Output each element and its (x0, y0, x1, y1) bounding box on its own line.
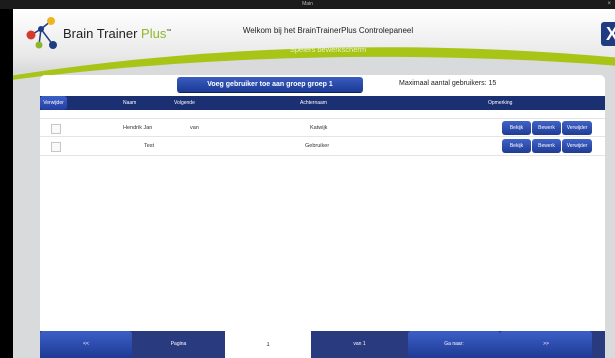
view-button[interactable]: Bekijk (502, 139, 531, 153)
logo: Brain Trainer Plus™ (23, 15, 223, 55)
logo-tm: ™ (166, 28, 172, 35)
page-of-label: van 1 (353, 341, 366, 347)
table-row: Hendrik Jan van Katwijk Bekijk Bewerk Ve… (40, 118, 605, 138)
delete-selected-button[interactable]: Verwijder (40, 96, 67, 110)
welcome-text: Welkom bij het BrainTrainerPlus Controle… (242, 26, 414, 35)
page-number-input[interactable] (225, 331, 311, 358)
col-header-volgende: Volgende (174, 100, 195, 106)
col-header-achternaam: Achternaam (300, 100, 327, 106)
brain-network-icon (26, 17, 57, 49)
table-row: Test Gebruiker Bekijk Bewerk Verwijder (40, 136, 605, 156)
window-title: Main (302, 1, 313, 7)
next-page-button[interactable]: >> (500, 331, 592, 358)
row-achternaam: Katwijk (310, 125, 328, 131)
delete-button[interactable]: Verwijder (562, 139, 592, 153)
logo-name: Brain Trainer (63, 26, 138, 41)
delete-button[interactable]: Verwijder (562, 121, 592, 135)
window-close-icon[interactable]: × (607, 0, 611, 9)
row-select-checkbox[interactable] (51, 142, 61, 152)
edit-button[interactable]: Bewerk (532, 139, 561, 153)
window-titlebar: Main × (0, 0, 615, 9)
col-header-naam: Naam (123, 100, 137, 106)
header: Brain Trainer Plus™ Welkom bij het Brain… (13, 9, 615, 85)
edit-button[interactable]: Bewerk (532, 121, 561, 135)
row-select-checkbox[interactable] (51, 124, 61, 134)
page-label: Pagina (170, 341, 187, 347)
row-volgende: van (190, 125, 199, 131)
add-user-button[interactable]: Voeg gebruiker toe aan groep groep 1 (177, 77, 363, 92)
logo-plus: Plus (141, 26, 167, 41)
prev-page-button[interactable]: << (40, 331, 132, 358)
pagination-bar: << Pagina van 1 Ga naar: >> (40, 331, 605, 358)
goto-page-button[interactable]: Ga naar: (408, 331, 500, 358)
logo-text: Brain Trainer Plus™ (63, 26, 171, 41)
row-achternaam: Gebruiker (305, 143, 330, 149)
page-subtitle: Spelers bewerkscherm (289, 45, 367, 54)
row-naam: Hendrik Jan (123, 125, 153, 131)
col-header-opmerking: Opmerking (488, 100, 513, 106)
view-button[interactable]: Bekijk (502, 121, 531, 135)
exit-button[interactable]: X (601, 22, 615, 46)
app-screen: Brain Trainer Plus™ Welkom bij het Brain… (13, 9, 615, 358)
max-users-label: Maximaal aantal gebruikers: 15 (399, 80, 497, 87)
table-header: Verwijder Naam Volgende Achternaam Opmer… (40, 96, 605, 110)
row-naam: Test (144, 143, 155, 149)
